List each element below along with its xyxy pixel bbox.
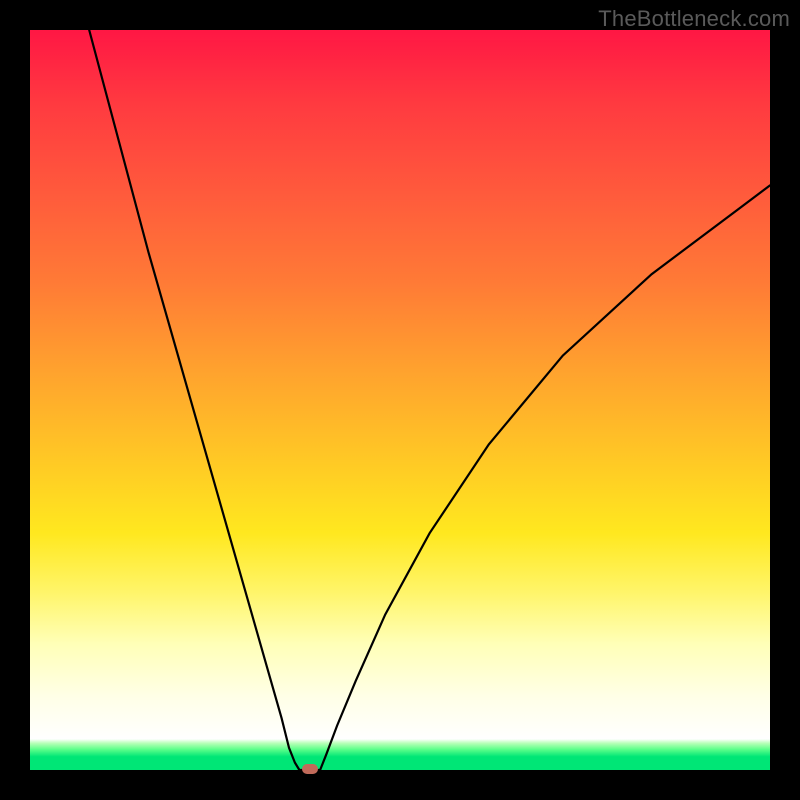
optimal-point-marker [302, 764, 318, 774]
curve-left-branch [89, 30, 299, 770]
plot-area [30, 30, 770, 770]
frame-border: TheBottleneck.com [0, 0, 800, 800]
curve-right-branch [320, 185, 770, 770]
bottleneck-curve [30, 30, 770, 770]
watermark-text: TheBottleneck.com [598, 6, 790, 32]
